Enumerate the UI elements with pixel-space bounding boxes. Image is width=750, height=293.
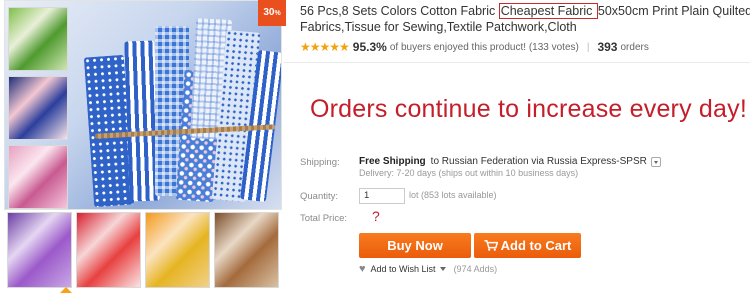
quantity-input[interactable]: 1 [359, 188, 405, 204]
shipping-label: Shipping: [300, 157, 340, 168]
product-title: 56 Pcs,8 Sets Colors Cotton Fabric Cheap… [300, 3, 750, 35]
quantity-available: lot (853 lots available) [409, 190, 497, 200]
divider [284, 62, 750, 63]
divider: | [586, 41, 590, 53]
thumbnail-brown[interactable] [214, 212, 279, 288]
product-info: 56 Pcs,8 Sets Colors Cotton Fabric Cheap… [284, 0, 750, 293]
chevron-down-icon[interactable] [439, 267, 446, 271]
thumbnail-red[interactable] [76, 212, 141, 288]
title-text: Fabrics,Tissue for Sewing,Textile Patchw… [300, 20, 577, 34]
total-price-label: Total Price: [300, 213, 347, 224]
wishlist-row[interactable]: ♥ Add to Wish List (974 Adds) [359, 263, 497, 275]
orders-count: 393 [597, 40, 618, 54]
thumbnail-pink[interactable] [8, 145, 68, 209]
orders-label: orders [620, 41, 649, 53]
quantity-label: Quantity: [300, 191, 339, 202]
title-highlight: Cheapest Fabric [498, 3, 598, 19]
discount-suffix: % [274, 10, 281, 17]
cart-icon [484, 240, 498, 251]
promo-banner: Orders continue to increase every day! [310, 95, 747, 123]
thumbnail-column [5, 1, 71, 209]
thumbnail-orange[interactable] [145, 212, 210, 288]
rating-percent: 95.3% [352, 40, 387, 54]
delivery-time: Delivery: 7-20 days (ships out within 10… [359, 168, 579, 178]
product-gallery: 30% [4, 0, 286, 293]
thumbnail-row [4, 212, 282, 288]
add-to-cart-button[interactable]: Add to Cart [474, 233, 581, 258]
thumbnail-purple[interactable] [7, 212, 72, 288]
shipping-selector[interactable]: Free Shipping to Russian Federation via … [359, 156, 661, 167]
heart-icon: ♥ [359, 263, 366, 275]
title-text: 56 Pcs,8 Sets Colors Cotton Fabric [300, 4, 499, 18]
discount-badge: 30% [258, 0, 286, 26]
wishlist-adds: (974 Adds) [453, 264, 498, 274]
main-product-image[interactable] [4, 0, 282, 210]
rating-text: of buyers enjoyed this product! [389, 41, 527, 53]
total-price-value: ? [372, 208, 380, 224]
buy-now-button[interactable]: Buy Now [359, 233, 471, 258]
wishlist-label[interactable]: Add to Wish List [371, 264, 436, 274]
free-shipping-text: Free Shipping [359, 156, 426, 167]
add-to-cart-label: Add to Cart [500, 238, 572, 253]
rating-row: ★★★★★ 95.3% of buyers enjoyed this produ… [300, 39, 649, 55]
discount-value: 30 [263, 7, 275, 18]
chevron-down-icon[interactable] [650, 156, 661, 167]
thumbnail-green[interactable] [8, 7, 68, 71]
star-rating-icon: ★★★★★ [300, 40, 350, 54]
thumbnail-navy[interactable] [8, 76, 68, 140]
title-text: 50x50cm Print Plain Quilted [597, 4, 750, 18]
shipping-details: to Russian Federation via Russia Express… [430, 156, 647, 167]
rating-votes[interactable]: (133 votes) [529, 42, 579, 53]
